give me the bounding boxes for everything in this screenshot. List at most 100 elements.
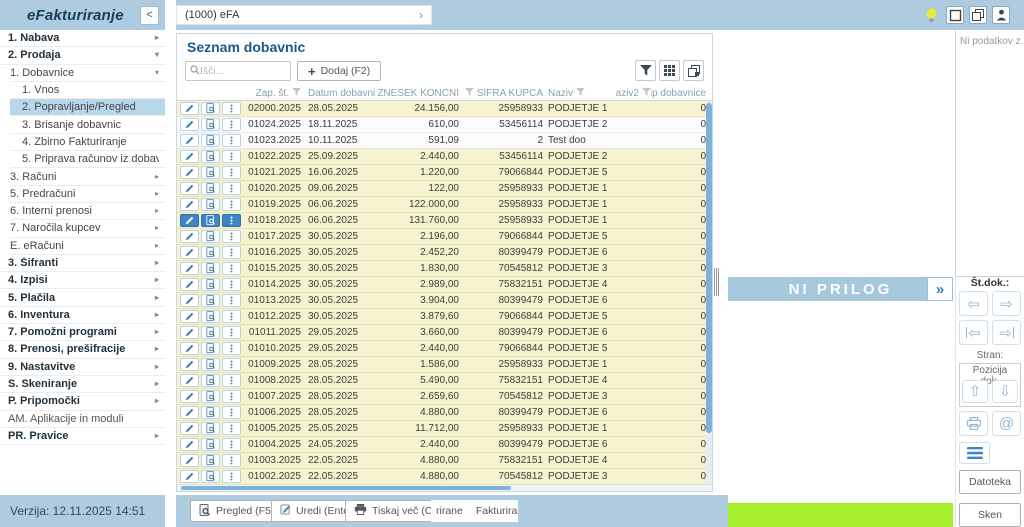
sidebar-item[interactable]: 2. Prodaja▾ [0, 47, 165, 64]
preview-row-button[interactable] [201, 422, 220, 435]
edit-row-button[interactable] [180, 422, 199, 435]
tab-nefakturirane-partial[interactable]: rirane [436, 505, 463, 517]
filter-funnel-icon[interactable] [576, 88, 585, 99]
hint-lightbulb-icon[interactable] [922, 6, 940, 24]
column-header-tip[interactable]: Tip dobavnice [651, 88, 706, 99]
edit-row-button[interactable] [180, 134, 199, 147]
sidebar-item[interactable]: 1. Vnos [10, 82, 165, 99]
preview-row-button[interactable] [201, 230, 220, 243]
first-doc-button[interactable]: ⇦ [959, 320, 988, 345]
preview-row-button[interactable] [201, 182, 220, 195]
sidebar-item[interactable]: 1. Dobavnice▾ [10, 65, 165, 82]
table-row[interactable]: 01012.202530.05.20253.879,6079066844PODJ… [177, 309, 712, 325]
row-menu-button[interactable] [222, 198, 241, 211]
edit-row-button[interactable] [180, 374, 199, 387]
edit-row-button[interactable] [180, 342, 199, 355]
sidebar-item[interactable]: 6. Interni prenosi▸ [10, 203, 165, 220]
pregled-button[interactable]: Pregled (F5) [190, 500, 283, 522]
table-row[interactable]: 01023.202510.11.2025591,092Test doo0 [177, 133, 712, 149]
preview-row-button[interactable] [201, 118, 220, 131]
row-menu-button[interactable] [222, 438, 241, 451]
cascade-windows-button[interactable] [969, 6, 987, 24]
preview-row-button[interactable] [201, 166, 220, 179]
email-button[interactable]: @ [992, 411, 1021, 436]
row-menu-button[interactable] [222, 358, 241, 371]
preview-row-button[interactable] [201, 246, 220, 259]
sidebar-item[interactable]: 3. Šifranti▸ [0, 255, 165, 272]
sidebar-item[interactable]: 4. Zbirno Fakturiranje [10, 134, 165, 151]
table-row[interactable]: 01017.202530.05.20252.196,0079066844PODJ… [177, 229, 712, 245]
sidebar-item[interactable]: 5. Priprava računov iz dobavnic [10, 151, 165, 168]
preview-row-button[interactable] [201, 470, 220, 483]
sidebar-item[interactable]: 3. Računi▸ [10, 168, 165, 185]
horizontal-scrollbar[interactable] [177, 485, 712, 491]
edit-row-button[interactable] [180, 118, 199, 131]
edit-row-button[interactable] [180, 102, 199, 115]
preview-row-button[interactable] [201, 438, 220, 451]
preview-row-button[interactable] [201, 406, 220, 419]
preview-row-button[interactable] [201, 278, 220, 291]
vertical-scrollbar-thumb[interactable] [706, 103, 712, 433]
edit-row-button[interactable] [180, 310, 199, 323]
last-doc-button[interactable]: ⇨ [992, 320, 1021, 345]
table-row[interactable]: 01004.202524.05.20252.440,0080399479PODJ… [177, 437, 712, 453]
row-menu-button[interactable] [222, 342, 241, 355]
sidebar-item[interactable]: 3. Brisanje dobavnic [10, 116, 165, 133]
edit-row-button[interactable] [180, 454, 199, 467]
preview-row-button[interactable] [201, 214, 220, 227]
sken-button[interactable]: Sken [959, 503, 1021, 527]
sidebar-item[interactable]: 7. Pomožni programi▸ [0, 324, 165, 341]
row-menu-button[interactable] [222, 262, 241, 275]
edit-row-button[interactable] [180, 246, 199, 259]
table-row[interactable]: 01018.202506.06.2025131.760,0025958933PO… [177, 213, 712, 229]
edit-row-button[interactable] [180, 150, 199, 163]
copy-button[interactable] [683, 60, 704, 81]
table-row[interactable]: 02000.202528.05.202524.156,0025958933POD… [177, 101, 712, 117]
sidebar-item[interactable]: 9. Nastavitve▸ [0, 359, 165, 376]
table-row[interactable]: 01006.202528.05.20254.880,0080399479PODJ… [177, 405, 712, 421]
sidebar-item[interactable]: 2. Popravljanje/Pregled [10, 99, 165, 116]
column-grid-button[interactable] [659, 60, 680, 81]
edit-row-button[interactable] [180, 262, 199, 275]
table-row[interactable]: 01013.202530.05.20253.904,0080399479PODJ… [177, 293, 712, 309]
row-menu-button[interactable] [222, 102, 241, 115]
edit-row-button[interactable] [180, 182, 199, 195]
preview-row-button[interactable] [201, 150, 220, 163]
row-menu-button[interactable] [222, 118, 241, 131]
vertical-scrollbar[interactable] [706, 102, 712, 484]
preview-row-button[interactable] [201, 326, 220, 339]
row-menu-button[interactable] [222, 454, 241, 467]
attachment-menu-button[interactable] [959, 442, 990, 464]
edit-row-button[interactable] [180, 438, 199, 451]
column-header-znesek[interactable]: ZNESEK KONCNI [375, 88, 459, 99]
table-row[interactable]: 01024.202518.11.2025610,0053456114PODJET… [177, 117, 712, 133]
sidebar-item[interactable]: 8. Prenosi, prešifracije▸ [0, 341, 165, 358]
preview-row-button[interactable] [201, 294, 220, 307]
horizontal-scrollbar-thumb[interactable] [181, 486, 511, 490]
next-doc-button[interactable]: ⇨ [992, 291, 1021, 316]
edit-row-button[interactable] [180, 294, 199, 307]
sidebar-item[interactable]: P. Pripomočki▸ [0, 393, 165, 410]
row-menu-button[interactable] [222, 150, 241, 163]
table-row[interactable]: 01002.202522.05.20254.880,0070545812PODJ… [177, 469, 712, 485]
row-menu-button[interactable] [222, 326, 241, 339]
panel-splitter-handle[interactable] [714, 268, 720, 296]
table-row[interactable]: 01009.202528.05.20251.586,0025958933PODJ… [177, 357, 712, 373]
row-menu-button[interactable] [222, 294, 241, 307]
pozicija-up-button[interactable]: ⇧ [962, 380, 988, 403]
table-row[interactable]: 01021.202516.06.20251.220,0079066844PODJ… [177, 165, 712, 181]
column-header-datum[interactable]: Datum dobavnice [301, 88, 375, 99]
window-button[interactable] [946, 6, 964, 24]
table-row[interactable]: 01008.202528.05.20255.490,0075832151PODJ… [177, 373, 712, 389]
sidebar-item[interactable]: E. eRačuni▸ [10, 238, 165, 255]
row-menu-button[interactable] [222, 214, 241, 227]
filter-funnel-icon[interactable] [465, 88, 474, 99]
datoteka-button[interactable]: Datoteka [959, 470, 1021, 494]
filter-funnel-icon[interactable] [292, 88, 301, 99]
expand-attachment-button[interactable]: » [927, 277, 953, 301]
row-menu-button[interactable] [222, 246, 241, 259]
search-input[interactable] [200, 65, 280, 77]
company-selector[interactable]: (1000) eFA › [176, 5, 432, 25]
column-header-sifra[interactable]: SIFRA KUPCA [459, 88, 543, 99]
edit-row-button[interactable] [180, 198, 199, 211]
